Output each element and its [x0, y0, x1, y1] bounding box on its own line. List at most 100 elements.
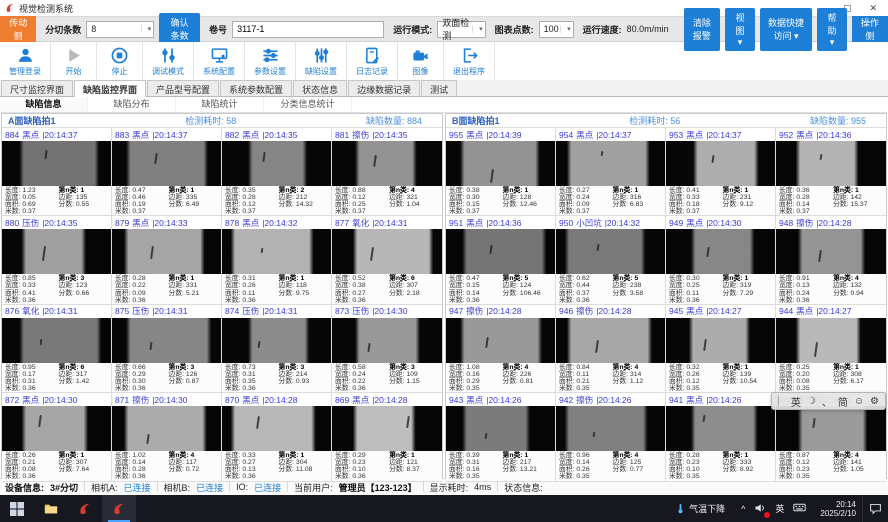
defect-image[interactable] — [446, 406, 555, 451]
tab-status-info[interactable]: 状态信息 — [293, 80, 347, 96]
defect-image[interactable] — [222, 318, 331, 363]
defect-cell[interactable]: 942 擦伤 |20:14:26 长度: 0.96 宽度: 0.14 面积: 0… — [556, 393, 666, 481]
clear-alarm-button[interactable]: 清除报警 — [684, 8, 721, 51]
system-config-button[interactable]: 系统配置 — [194, 42, 245, 80]
defect-cell[interactable]: 873 压伤 |20:14:30 长度: 0.58 宽度: 0.24 面积: 0… — [332, 305, 442, 393]
defect-image[interactable] — [776, 406, 886, 451]
view-menu-button[interactable]: 视图 ▾ — [725, 8, 755, 51]
defect-image[interactable] — [222, 141, 331, 186]
stop-button[interactable]: 停止 — [97, 42, 143, 80]
defect-image[interactable] — [222, 406, 331, 451]
drive-side-button[interactable]: 传动侧 — [0, 16, 36, 42]
defect-image[interactable] — [446, 318, 555, 363]
defect-cell[interactable]: 869 黑点 |20:14:28 长度: 0.29 宽度: 0.23 面积: 0… — [332, 393, 442, 481]
defect-image[interactable] — [2, 141, 111, 186]
defect-settings-button[interactable]: 缺陷设置 — [296, 42, 347, 80]
subtab-classification-statistics[interactable]: 分类信息统计 — [264, 97, 352, 112]
tab-system-param-config[interactable]: 系统参数配置 — [220, 80, 292, 96]
defect-cell[interactable]: 875 压伤 |20:14:31 长度: 0.66 宽度: 0.29 面积: 0… — [112, 305, 222, 393]
subtab-defect-statistics[interactable]: 缺陷统计 — [176, 97, 264, 112]
ime-grip-handle[interactable]: ▏ — [778, 396, 785, 407]
tab-product-model-config[interactable]: 产品型号配置 — [147, 80, 219, 96]
defect-image[interactable] — [556, 141, 665, 186]
ime-toolbar[interactable]: ▏ 英 ☽ 、 简 ☺ ⚙ — [771, 392, 886, 410]
ime-lang-en[interactable]: 英 — [791, 394, 801, 409]
image-button[interactable]: 图像 — [398, 42, 444, 80]
defect-image[interactable] — [556, 406, 665, 451]
log-record-button[interactable]: 日志记录 — [347, 42, 398, 80]
action-center-button[interactable] — [862, 495, 888, 522]
defect-cell[interactable]: 880 压伤 |20:14:35 长度: 0.85 宽度: 0.33 面积: 0… — [2, 216, 112, 304]
defect-cell[interactable]: 951 黑点 |20:14:36 长度: 0.47 宽度: 0.15 面积: 0… — [446, 216, 556, 304]
defect-cell[interactable]: 955 黑点 |20:14:39 长度: 0.38 宽度: 0.30 面积: 0… — [446, 128, 556, 216]
moon-icon[interactable]: ☽ — [807, 396, 816, 407]
run-mode-select[interactable]: 双面检测 ▾ — [437, 21, 485, 38]
defect-image[interactable] — [112, 141, 221, 186]
defect-cell[interactable]: 950 小凹坑 |20:14:32 长度: 0.62 宽度: 0.44 面积: … — [556, 216, 666, 304]
tab-test[interactable]: 测试 — [421, 80, 457, 96]
defect-image[interactable] — [2, 229, 111, 274]
defect-image[interactable] — [2, 318, 111, 363]
defect-cell[interactable]: 876 氧化 |20:14:31 长度: 0.95 宽度: 0.17 面积: 0… — [2, 305, 112, 393]
file-explorer-button[interactable] — [34, 495, 68, 522]
keyboard-icon[interactable] — [793, 501, 806, 516]
defect-cell[interactable]: 945 黑点 |20:14:27 长度: 0.32 宽度: 0.26 面积: 0… — [666, 305, 776, 393]
defect-image[interactable] — [556, 318, 665, 363]
start-button[interactable]: 开始 — [51, 42, 97, 80]
app-window-1-button[interactable] — [68, 495, 102, 522]
exit-program-button[interactable]: 退出程序 — [444, 42, 495, 80]
defect-image[interactable] — [446, 141, 555, 186]
defect-image[interactable] — [332, 141, 442, 186]
taskbar-clock[interactable]: 20:14 2025/2/10 — [814, 500, 862, 518]
debug-mode-button[interactable]: 调试模式 — [143, 42, 194, 80]
defect-cell[interactable]: 884 黑点 |20:14:37 长度: 1.23 宽度: 0.05 面积: 0… — [2, 128, 112, 216]
gear-icon[interactable]: ⚙ — [870, 396, 879, 407]
defect-cell[interactable]: 879 黑点 |20:14:33 长度: 0.28 宽度: 0.22 面积: 0… — [112, 216, 222, 304]
emoji-icon[interactable]: ☺ — [854, 396, 864, 407]
defect-image[interactable] — [112, 229, 221, 274]
parameter-settings-button[interactable]: 参数设置 — [245, 42, 296, 80]
defect-image[interactable] — [332, 318, 442, 363]
defect-cell[interactable]: 953 黑点 |20:14:37 长度: 0.41 宽度: 0.33 面积: 0… — [666, 128, 776, 216]
defect-image[interactable] — [446, 229, 555, 274]
defect-cell[interactable]: 882 黑点 |20:14:35 长度: 0.35 宽度: 0.28 面积: 0… — [222, 128, 332, 216]
tray-language-indicator[interactable]: 英 — [775, 502, 784, 515]
defect-image[interactable] — [666, 229, 775, 274]
app-window-2-button[interactable] — [102, 495, 136, 522]
defect-image[interactable] — [332, 229, 442, 274]
defect-image[interactable] — [776, 318, 886, 363]
defect-cell[interactable]: 946 擦伤 |20:14:28 长度: 0.84 宽度: 0.11 面积: 0… — [556, 305, 666, 393]
volume-icon[interactable] — [754, 502, 766, 516]
defect-cell[interactable]: 954 黑点 |20:14:37 长度: 0.27 宽度: 0.24 面积: 0… — [556, 128, 666, 216]
defect-cell[interactable]: 952 黑点 |20:14:36 长度: 0.36 宽度: 0.28 面积: 0… — [776, 128, 886, 216]
defect-cell[interactable]: 943 黑点 |20:14:26 长度: 0.39 宽度: 0.31 面积: 0… — [446, 393, 556, 481]
defect-image[interactable] — [2, 406, 111, 451]
chart-points-select[interactable]: 100 ▾ — [539, 21, 574, 38]
defect-image[interactable] — [776, 229, 886, 274]
defect-image[interactable] — [666, 318, 775, 363]
slit-count-select[interactable]: 8 ▾ — [86, 21, 154, 38]
ime-punctuation[interactable]: 、 — [822, 394, 832, 409]
defect-cell[interactable]: 877 氧化 |20:14:31 长度: 0.52 宽度: 0.38 面积: 0… — [332, 216, 442, 304]
subtab-defect-distribution[interactable]: 缺陷分布 — [88, 97, 176, 112]
weather-widget[interactable]: 气温下降 — [667, 502, 733, 515]
confirm-count-button[interactable]: 确认条数 — [159, 13, 200, 45]
tab-edge-data-record[interactable]: 边缘数据记录 — [348, 80, 420, 96]
defect-image[interactable] — [112, 406, 221, 451]
roll-no-input[interactable] — [232, 21, 384, 38]
tab-size-monitor[interactable]: 尺寸监控界面 — [1, 80, 73, 96]
defect-cell[interactable]: 883 黑点 |20:14:37 长度: 0.47 宽度: 0.46 面积: 0… — [112, 128, 222, 216]
defect-image[interactable] — [556, 229, 665, 274]
defect-cell[interactable]: 949 黑点 |20:14:30 长度: 0.30 宽度: 0.25 面积: 0… — [666, 216, 776, 304]
start-button[interactable] — [0, 495, 34, 522]
defect-cell[interactable]: 871 擦伤 |20:14:30 长度: 1.02 宽度: 0.14 面积: 0… — [112, 393, 222, 481]
defect-image[interactable] — [112, 318, 221, 363]
defect-image[interactable] — [666, 406, 775, 451]
defect-cell[interactable]: 878 黑点 |20:14:32 长度: 0.31 宽度: 0.26 面积: 0… — [222, 216, 332, 304]
defect-cell[interactable]: 872 黑点 |20:14:30 长度: 0.26 宽度: 0.21 面积: 0… — [2, 393, 112, 481]
defect-cell[interactable]: 881 擦伤 |20:14:35 长度: 0.88 宽度: 0.12 面积: 0… — [332, 128, 442, 216]
defect-cell[interactable]: 874 压伤 |20:14:31 长度: 0.73 宽度: 0.31 面积: 0… — [222, 305, 332, 393]
operator-side-button[interactable]: 操作侧 — [852, 16, 888, 42]
defect-cell[interactable]: 941 黑点 |20:14:26 长度: 0.28 宽度: 0.23 面积: 0… — [666, 393, 776, 481]
defect-cell[interactable]: 870 黑点 |20:14:28 长度: 0.33 宽度: 0.27 面积: 0… — [222, 393, 332, 481]
